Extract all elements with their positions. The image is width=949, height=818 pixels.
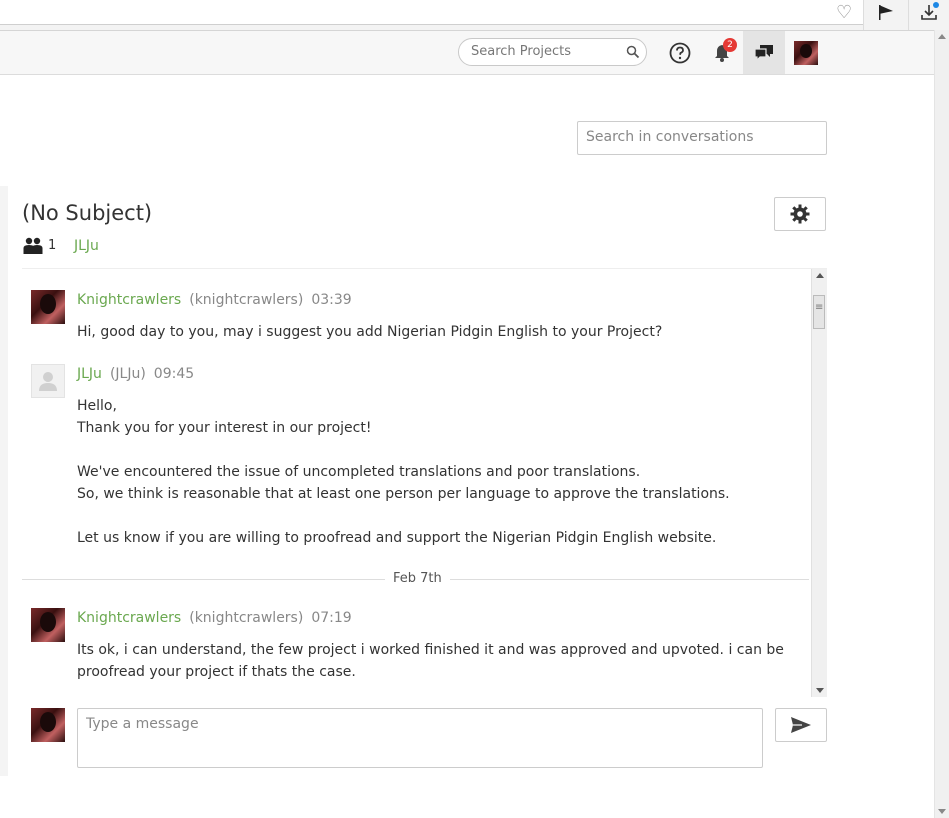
notifications-button[interactable]: 2 xyxy=(701,31,743,74)
default-user-icon xyxy=(39,372,57,391)
message-input[interactable] xyxy=(86,716,754,760)
gear-icon xyxy=(790,204,810,224)
toolbar-divider xyxy=(908,0,909,30)
message-item: JLJu (JLJu) 09:45 Hello, Thank you for you… xyxy=(22,364,807,554)
project-search-input[interactable] xyxy=(471,44,621,59)
send-icon xyxy=(791,717,811,733)
scrollbar-thumb[interactable] xyxy=(813,295,825,329)
message-item: Knightcrawlers (knightcrawlers) 07:19 Its … xyxy=(22,608,807,688)
message-text: Its ok, i can understand, the few projec… xyxy=(77,642,784,680)
conversation-search-input[interactable] xyxy=(586,129,816,145)
participant-link[interactable]: JLJu xyxy=(74,238,99,254)
page-scrollbar[interactable] xyxy=(934,30,949,818)
message-text: Hello, Thank you for your interest in ou… xyxy=(77,398,730,546)
scroll-down-arrow-icon[interactable] xyxy=(938,809,946,814)
address-bar[interactable] xyxy=(0,0,864,25)
app-header: 2 xyxy=(0,30,934,75)
message-time: 07:19 xyxy=(311,610,352,626)
message-meta: JLJu (JLJu) 09:45 xyxy=(77,366,194,382)
message-item: Knightcrawlers (knightcrawlers) 03:39 Hi, … xyxy=(22,290,807,350)
message-list-scrollbar[interactable] xyxy=(811,269,827,697)
project-search-box[interactable] xyxy=(458,38,647,66)
scroll-up-arrow-icon[interactable] xyxy=(816,273,824,278)
message-text: Hi, good day to you, may i suggest you a… xyxy=(77,324,663,340)
message-time: 09:45 xyxy=(153,366,195,382)
participants-count: 1 xyxy=(48,238,57,253)
help-button[interactable] xyxy=(659,31,701,74)
people-icon xyxy=(23,237,43,254)
flag-icon[interactable] xyxy=(876,2,896,22)
messages-button[interactable] xyxy=(743,31,785,74)
help-icon xyxy=(669,42,691,63)
avatar[interactable] xyxy=(31,364,65,398)
message-compose-box[interactable] xyxy=(77,708,763,768)
date-divider-label: Feb 7th xyxy=(385,571,450,586)
conversation-search-box[interactable] xyxy=(577,121,827,155)
sender-name[interactable]: Knightcrawlers xyxy=(77,610,181,626)
conversation-settings-button[interactable] xyxy=(774,197,826,231)
message-list: Knightcrawlers (knightcrawlers) 03:39 Hi, … xyxy=(22,268,827,697)
avatar[interactable] xyxy=(31,290,65,324)
heart-icon[interactable]: ♡ xyxy=(836,2,852,23)
toolbar-divider xyxy=(863,0,864,30)
sender-handle: (JLJu) xyxy=(109,366,146,382)
scroll-down-arrow-icon[interactable] xyxy=(816,688,824,693)
sender-name[interactable]: JLJu xyxy=(77,366,102,382)
sender-handle: (knightcrawlers) xyxy=(189,292,304,308)
search-icon[interactable] xyxy=(626,45,640,59)
send-button[interactable] xyxy=(775,708,827,742)
conversation-subject: (No Subject) xyxy=(22,201,153,225)
scroll-up-arrow-icon[interactable] xyxy=(938,34,946,39)
download-icon[interactable] xyxy=(919,2,939,22)
message-meta: Knightcrawlers (knightcrawlers) 07:19 xyxy=(77,610,352,626)
sender-handle: (knightcrawlers) xyxy=(189,610,304,626)
message-meta: Knightcrawlers (knightcrawlers) 03:39 xyxy=(77,292,352,308)
message-time: 03:39 xyxy=(311,292,352,308)
avatar[interactable] xyxy=(31,608,65,642)
avatar xyxy=(794,40,818,65)
browser-toolbar: ♡ xyxy=(0,0,949,30)
sender-name[interactable]: Knightcrawlers xyxy=(77,292,181,308)
avatar xyxy=(31,708,65,742)
messages-icon xyxy=(754,44,773,61)
user-menu-button[interactable] xyxy=(785,31,827,74)
notification-badge: 2 xyxy=(723,38,737,52)
left-panel-edge xyxy=(0,186,8,776)
